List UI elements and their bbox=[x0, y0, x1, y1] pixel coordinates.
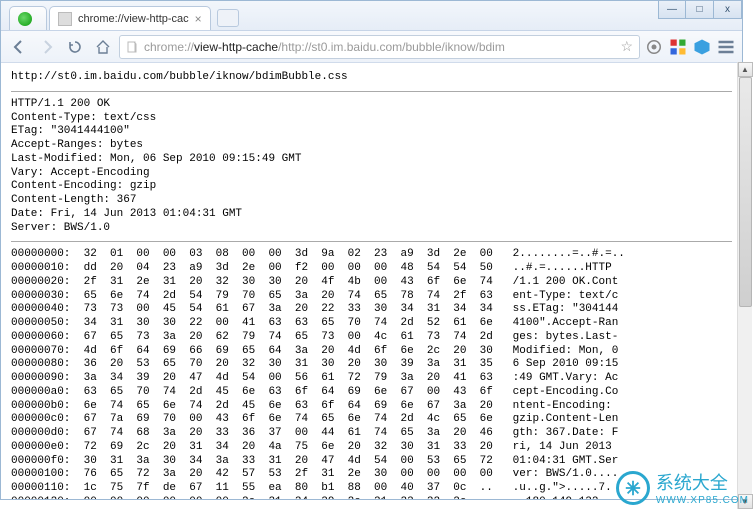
hex-row: 00000000: 32 01 00 00 03 08 00 00 3d 9a … bbox=[11, 248, 732, 262]
watermark: 系统大全 WWW.XP85.COM bbox=[616, 469, 749, 506]
hex-row: 000000d0: 67 74 68 3a 20 33 36 37 00 44 … bbox=[11, 427, 732, 441]
back-icon bbox=[11, 39, 27, 55]
tab-label: chrome://view-http-cac bbox=[78, 13, 189, 25]
tab-1[interactable]: chrome://view-http-cac × bbox=[49, 6, 211, 30]
header-line: Last-Modified: Mon, 06 Sep 2010 09:15:49… bbox=[11, 153, 732, 167]
header-line: Date: Fri, 14 Jun 2013 01:04:31 GMT bbox=[11, 208, 732, 222]
scroll-up-button[interactable]: ▲ bbox=[738, 62, 753, 77]
vertical-scrollbar[interactable]: ▲ ▼ bbox=[737, 62, 752, 509]
menu-button[interactable] bbox=[716, 37, 736, 57]
hex-row: 00000070: 4d 6f 64 69 66 69 65 64 3a 20 … bbox=[11, 345, 732, 359]
hex-row: 000000e0: 72 69 2c 20 31 34 20 4a 75 6e … bbox=[11, 441, 732, 455]
home-icon bbox=[95, 39, 111, 55]
header-line: Server: BWS/1.0 bbox=[11, 222, 732, 236]
favicon-grey bbox=[58, 12, 72, 26]
toolbar: chrome:// view-http-cache /http://st0.im… bbox=[1, 31, 742, 63]
reload-button[interactable] bbox=[63, 35, 87, 59]
tab-0[interactable] bbox=[9, 6, 47, 30]
hex-row: 00000010: dd 20 04 23 a9 3d 2e 00 f2 00 … bbox=[11, 262, 732, 276]
omnibox[interactable]: chrome:// view-http-cache /http://st0.im… bbox=[119, 35, 640, 59]
header-line: HTTP/1.1 200 OK bbox=[11, 98, 732, 112]
menu-icon bbox=[716, 37, 736, 57]
header-line: Vary: Accept-Encoding bbox=[11, 167, 732, 181]
watermark-sub: WWW.XP85.COM bbox=[656, 495, 749, 506]
close-button[interactable]: x bbox=[714, 1, 742, 19]
watermark-icon bbox=[616, 471, 650, 505]
back-button[interactable] bbox=[7, 35, 31, 59]
hex-row: 00000090: 3a 34 39 20 47 4d 54 00 56 61 … bbox=[11, 372, 732, 386]
scroll-thumb[interactable] bbox=[739, 77, 752, 307]
ext-icon-2[interactable] bbox=[668, 37, 688, 57]
hex-row: 000000c0: 67 7a 69 70 00 43 6f 6e 74 65 … bbox=[11, 413, 732, 427]
hex-dump: 00000000: 32 01 00 00 03 08 00 00 3d 9a … bbox=[11, 248, 732, 499]
forward-button[interactable] bbox=[35, 35, 59, 59]
watermark-title: 系统大全 bbox=[656, 469, 749, 495]
hex-row: 00000040: 73 73 00 45 54 61 67 3a 20 22 … bbox=[11, 303, 732, 317]
minimize-button[interactable]: — bbox=[658, 1, 686, 19]
scroll-track[interactable] bbox=[738, 77, 753, 494]
window-controls: — □ x bbox=[658, 1, 742, 19]
divider bbox=[11, 91, 732, 92]
ext-icon-1[interactable] bbox=[644, 37, 664, 57]
hex-row: 00000060: 67 65 73 3a 20 62 79 74 65 73 … bbox=[11, 331, 732, 345]
home-button[interactable] bbox=[91, 35, 115, 59]
forward-icon bbox=[39, 39, 55, 55]
hex-row: 00000050: 34 31 30 30 22 00 41 63 63 65 … bbox=[11, 317, 732, 331]
header-line: Content-Type: text/css bbox=[11, 112, 732, 126]
favicon-green bbox=[18, 12, 32, 26]
hex-row: 000000a0: 63 65 70 74 2d 45 6e 63 6f 64 … bbox=[11, 386, 732, 400]
titlebar: chrome://view-http-cac × — □ x bbox=[1, 1, 742, 31]
url-path: /http://st0.im.baidu.com/bubble/iknow/bd… bbox=[278, 40, 505, 54]
tab-close-icon[interactable]: × bbox=[195, 13, 202, 25]
header-line: Content-Length: 367 bbox=[11, 194, 732, 208]
header-line: Content-Encoding: gzip bbox=[11, 180, 732, 194]
hex-row: 000000f0: 30 31 3a 30 34 3a 33 31 20 47 … bbox=[11, 455, 732, 469]
reload-icon bbox=[67, 39, 83, 55]
url-host: view-http-cache bbox=[194, 40, 278, 54]
bookmark-star-icon[interactable]: ☆ bbox=[620, 38, 633, 55]
response-headers: HTTP/1.1 200 OKContent-Type: text/cssETa… bbox=[11, 98, 732, 236]
resource-url: http://st0.im.baidu.com/bubble/iknow/bdi… bbox=[11, 71, 732, 85]
header-line: Accept-Ranges: bytes bbox=[11, 139, 732, 153]
hex-row: 00000020: 2f 31 2e 31 20 32 30 30 20 4f … bbox=[11, 276, 732, 290]
header-line: ETag: "3041444100" bbox=[11, 125, 732, 139]
maximize-button[interactable]: □ bbox=[686, 1, 714, 19]
hex-row: 00000030: 65 6e 74 2d 54 79 70 65 3a 20 … bbox=[11, 290, 732, 304]
page-content: http://st0.im.baidu.com/bubble/iknow/bdi… bbox=[1, 63, 742, 499]
browser-window: chrome://view-http-cac × — □ x chrome://… bbox=[0, 0, 743, 500]
divider bbox=[11, 241, 732, 242]
url-scheme: chrome:// bbox=[144, 40, 194, 54]
new-tab-button[interactable] bbox=[217, 9, 239, 27]
hex-row: 00000080: 36 20 53 65 70 20 32 30 31 30 … bbox=[11, 358, 732, 372]
hex-row: 000000b0: 6e 74 65 6e 74 2d 45 6e 63 6f … bbox=[11, 400, 732, 414]
page-icon bbox=[126, 41, 138, 53]
ext-icon-3[interactable] bbox=[692, 37, 712, 57]
